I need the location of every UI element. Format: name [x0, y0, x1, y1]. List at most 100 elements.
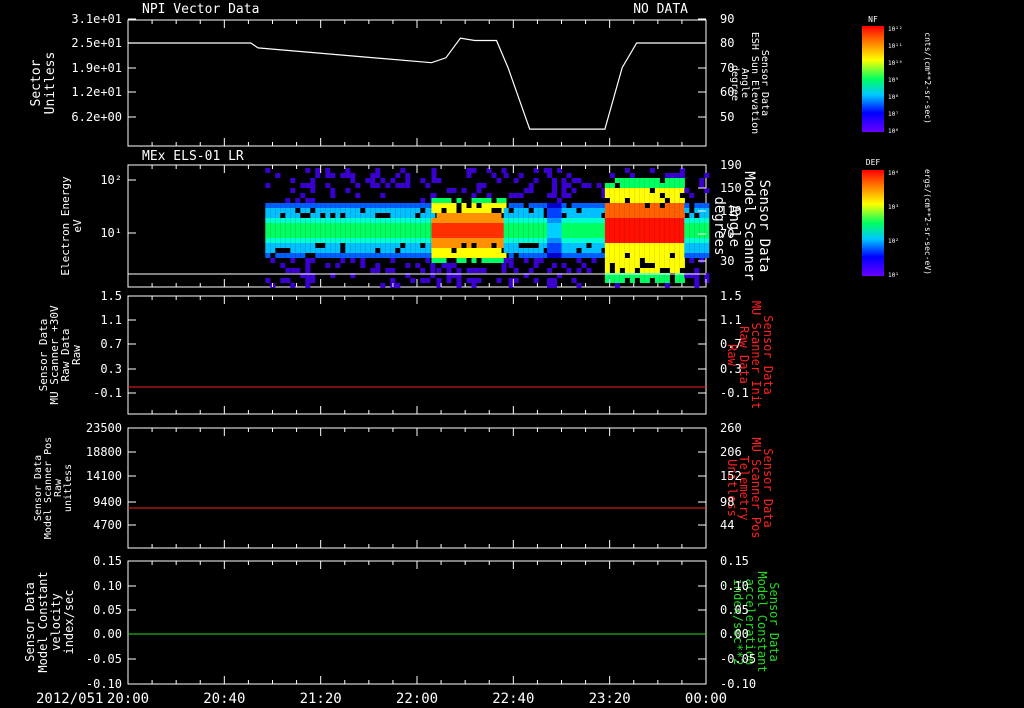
spectrogram-cell — [614, 213, 620, 218]
spectrogram-cell — [503, 258, 509, 263]
spectrogram-cell — [704, 203, 710, 208]
spectrogram-cell — [571, 218, 577, 223]
colorbar-def-gradient — [862, 170, 884, 276]
spectrogram-cell — [476, 198, 482, 203]
spectrogram-cell — [552, 278, 557, 283]
spectrogram-cell — [350, 213, 356, 218]
spectrogram-cell — [350, 178, 356, 183]
spectrogram-cell — [547, 208, 552, 213]
spectrogram-cell — [679, 218, 685, 223]
spectrogram-cell — [557, 198, 562, 203]
spectrogram-cell — [533, 223, 539, 228]
spectrogram-cell — [300, 193, 306, 198]
spectrogram-cell — [425, 213, 431, 218]
spectrogram-cell — [566, 228, 572, 233]
spectrogram-cell — [609, 258, 615, 263]
spectrogram-cell — [639, 233, 645, 238]
spectrogram-cell — [538, 213, 544, 218]
spectrogram-cell — [513, 238, 519, 243]
spectrogram-cell — [315, 248, 321, 253]
spectrogram-cell — [644, 278, 650, 283]
spectrogram-cell — [557, 253, 562, 258]
spectrogram-cell — [476, 208, 482, 213]
spectrogram-cell — [528, 223, 534, 228]
spectrogram-cell — [659, 248, 665, 253]
spectrogram-cell — [552, 188, 557, 193]
spectrogram-cell — [557, 223, 562, 228]
spectrogram-cell — [370, 268, 376, 273]
spectrogram-cell — [533, 208, 539, 213]
spectrogram-cell — [596, 203, 602, 208]
spectrogram-cell — [400, 238, 406, 243]
spectrogram-cell — [639, 178, 645, 183]
spectrogram-cell — [624, 243, 630, 248]
spectrogram-cell — [654, 263, 660, 268]
spectrogram-cell — [380, 218, 386, 223]
spectrogram-cell — [390, 218, 396, 223]
spectrogram-cell — [320, 203, 326, 208]
spectrogram-cell — [340, 233, 346, 238]
spectrogram-cell — [375, 243, 381, 248]
spectrogram-cell — [431, 238, 437, 243]
spectrogram-cell — [699, 178, 705, 183]
spectrogram-cell — [634, 238, 640, 243]
spectrogram-cell — [365, 238, 371, 243]
right-tick-label: 70 — [720, 227, 734, 241]
spectrogram-cell — [634, 203, 640, 208]
spectrogram-cell — [508, 243, 514, 248]
spectrogram-cell — [405, 228, 411, 233]
spectrogram-cell — [415, 223, 421, 228]
spectrogram-cell — [689, 228, 695, 233]
spectrogram-cell — [380, 223, 386, 228]
figure-canvas: NPI Vector Data NO DATA MEx ELS-01 LR Se… — [0, 0, 1024, 708]
spectrogram-cell — [436, 243, 442, 248]
spectrogram-cell — [508, 228, 514, 233]
spectrogram-cell — [604, 268, 610, 273]
spectrogram-cell — [385, 248, 391, 253]
spectrogram-cell — [503, 173, 509, 178]
spectrogram-cell — [694, 238, 700, 243]
spectrogram-cell — [451, 228, 457, 233]
spectrogram-cell — [669, 243, 675, 248]
spectrogram-cell — [481, 253, 487, 258]
spectrogram-cell — [456, 253, 462, 258]
spectrogram-cell — [634, 218, 640, 223]
spectrogram-cell — [441, 228, 447, 233]
panel-1-left-label: Sector Unitless — [29, 52, 58, 115]
spectrogram-cell — [503, 208, 509, 213]
spectrogram-cell — [441, 263, 447, 268]
spectrogram-cell — [340, 238, 346, 243]
spectrogram-cell — [425, 183, 431, 188]
spectrogram-cell — [596, 213, 602, 218]
spectrogram-cell — [325, 263, 331, 268]
spectrogram-cell — [375, 173, 381, 178]
spectrogram-cell — [679, 263, 685, 268]
spectrogram-cell — [265, 253, 271, 258]
spectrogram-cell — [596, 233, 602, 238]
spectrogram-cell — [609, 203, 615, 208]
spectrogram-cell — [390, 268, 396, 273]
spectrogram-cell — [674, 178, 680, 183]
spectrogram-cell — [481, 258, 487, 263]
spectrogram-cell — [664, 278, 670, 283]
spectrogram-cell — [315, 228, 321, 233]
spectrogram-cell — [325, 208, 331, 213]
spectrogram-cell — [481, 208, 487, 213]
spectrogram-cell — [513, 248, 519, 253]
spectrogram-cell — [689, 243, 695, 248]
spectrogram-cell — [420, 213, 426, 218]
spectrogram-cell — [325, 233, 331, 238]
spectrogram-cell — [581, 228, 587, 233]
spectrogram-cell — [350, 253, 356, 258]
spectrogram-cell — [552, 208, 557, 213]
spectrogram-cell — [415, 203, 421, 208]
spectrogram-cell — [619, 248, 625, 253]
spectrogram-cell — [624, 168, 630, 173]
spectrogram-cell — [430, 268, 436, 273]
spectrogram-cell — [679, 233, 685, 238]
spectrogram-cell — [320, 228, 326, 233]
spectrogram-cell — [385, 228, 391, 233]
spectrogram-cell — [370, 233, 376, 238]
spectrogram-cell — [552, 233, 557, 238]
spectrogram-cell — [420, 203, 426, 208]
